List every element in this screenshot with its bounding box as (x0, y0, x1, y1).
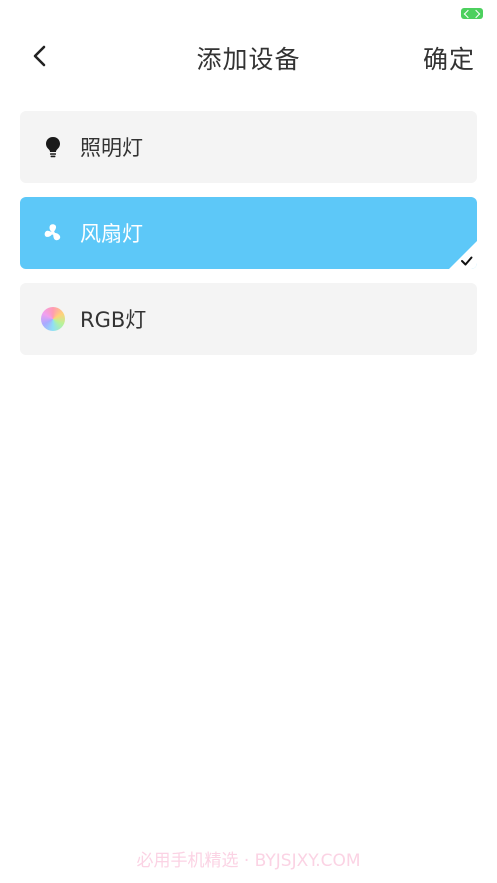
device-label: 照明灯 (80, 136, 143, 160)
device-item-rgb[interactable]: RGB灯 (20, 283, 477, 355)
device-list: 照明灯 风扇灯 RGB灯 (20, 111, 477, 369)
device-item-fan[interactable]: 风扇灯 (20, 197, 477, 269)
status-bar (0, 0, 497, 22)
status-indicator-icon (461, 8, 483, 19)
fan-icon (40, 220, 66, 246)
confirm-button[interactable]: 确定 (423, 40, 475, 76)
watermark: 必用手机精选 · BYJSJXY.COM (136, 851, 361, 871)
device-label: RGB灯 (80, 308, 147, 332)
rgb-color-wheel-icon (40, 306, 66, 332)
lightbulb-icon (40, 134, 66, 160)
device-label: 风扇灯 (80, 222, 143, 246)
selected-check-icon (449, 241, 477, 269)
device-item-lighting[interactable]: 照明灯 (20, 111, 477, 183)
nav-bar: 添加设备 确定 (0, 30, 497, 82)
